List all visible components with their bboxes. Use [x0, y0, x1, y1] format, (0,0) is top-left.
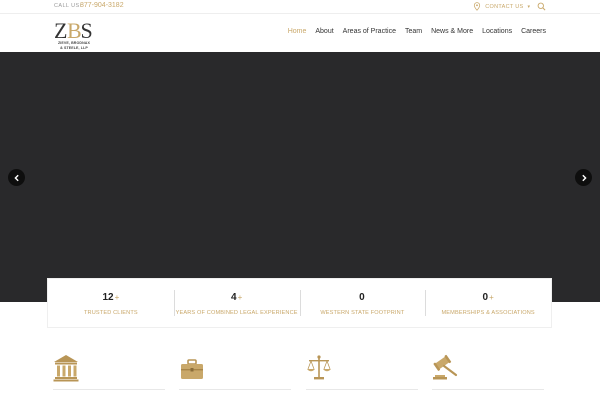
phone-number-link[interactable]: 877-904-3182	[80, 2, 124, 9]
main-nav: Home About Areas of Practice Team News &…	[279, 28, 546, 35]
divider	[432, 389, 544, 390]
stats-bar: 12+ TRUSTED CLIENTS 4+ YEARS OF COMBINED…	[47, 278, 552, 328]
practice-item-courthouse[interactable]	[47, 352, 165, 400]
hero-slider	[0, 52, 600, 302]
svg-text:B: B	[67, 18, 82, 41]
practice-item-briefcase[interactable]	[173, 352, 291, 400]
search-icon[interactable]	[537, 2, 546, 11]
nav-careers[interactable]: Careers	[521, 28, 546, 35]
svg-text:Z: Z	[54, 18, 67, 41]
nav-team[interactable]: Team	[405, 28, 422, 35]
briefcase-icon	[181, 359, 203, 379]
stat-western-state-footprint: 0 WESTERN STATE FOOTPRINT	[299, 279, 426, 327]
svg-text:S: S	[81, 18, 93, 41]
stat-label: YEARS OF COMBINED LEGAL EXPERIENCE	[175, 310, 298, 316]
chevron-left-icon	[13, 174, 19, 181]
site-header: Z B S ZIEVE, BRODNAX & STEELE, LLP Home …	[0, 15, 600, 52]
nav-home[interactable]: Home	[288, 28, 307, 35]
call-us-label: CALL US:	[54, 3, 82, 9]
logo-firm-name: ZIEVE, BRODNAX & STEELE, LLP	[58, 41, 90, 50]
practice-item-scales[interactable]	[300, 352, 418, 400]
nav-news-more[interactable]: News & More	[431, 28, 473, 35]
stat-label: TRUSTED CLIENTS	[83, 310, 138, 316]
chevron-down-icon: ▾	[527, 3, 530, 10]
stat-number: 0	[359, 292, 365, 303]
chevron-right-icon	[581, 174, 587, 181]
divider	[179, 389, 291, 390]
practice-item-gavel[interactable]	[426, 352, 544, 400]
top-right-links: CONTACT US ▾	[473, 2, 546, 11]
slider-next-button[interactable]	[575, 169, 592, 186]
slider-prev-button[interactable]	[8, 169, 25, 186]
map-pin-icon	[474, 2, 481, 11]
logo-monogram: Z B S	[54, 18, 93, 41]
stat-trusted-clients: 12+ TRUSTED CLIENTS	[48, 279, 174, 327]
gavel-icon	[433, 354, 458, 380]
nav-areas-of-practice[interactable]: Areas of Practice	[343, 28, 396, 35]
divider	[306, 389, 418, 390]
scales-icon	[307, 355, 331, 380]
stat-label: MEMBERSHIPS & ASSOCIATIONS	[441, 310, 535, 316]
nav-about[interactable]: About	[315, 28, 333, 35]
stat-memberships: 0+ MEMBERSHIPS & ASSOCIATIONS	[425, 279, 551, 327]
courthouse-icon	[53, 355, 79, 382]
stat-number: 0+	[482, 292, 494, 303]
practice-areas-row	[47, 352, 552, 400]
stat-years-experience: 4+ YEARS OF COMBINED LEGAL EXPERIENCE	[173, 279, 300, 327]
stat-number: 4+	[231, 292, 243, 303]
nav-locations[interactable]: Locations	[482, 28, 512, 35]
stat-label: WESTERN STATE FOOTPRINT	[320, 310, 405, 316]
top-bar: CALL US: 877-904-3182 CONTACT US ▾	[0, 0, 600, 14]
site-logo[interactable]: Z B S ZIEVE, BRODNAX & STEELE, LLP	[53, 17, 95, 51]
contact-us-dropdown[interactable]: CONTACT US	[485, 4, 523, 10]
stat-number: 12+	[102, 292, 120, 303]
divider	[53, 389, 165, 390]
